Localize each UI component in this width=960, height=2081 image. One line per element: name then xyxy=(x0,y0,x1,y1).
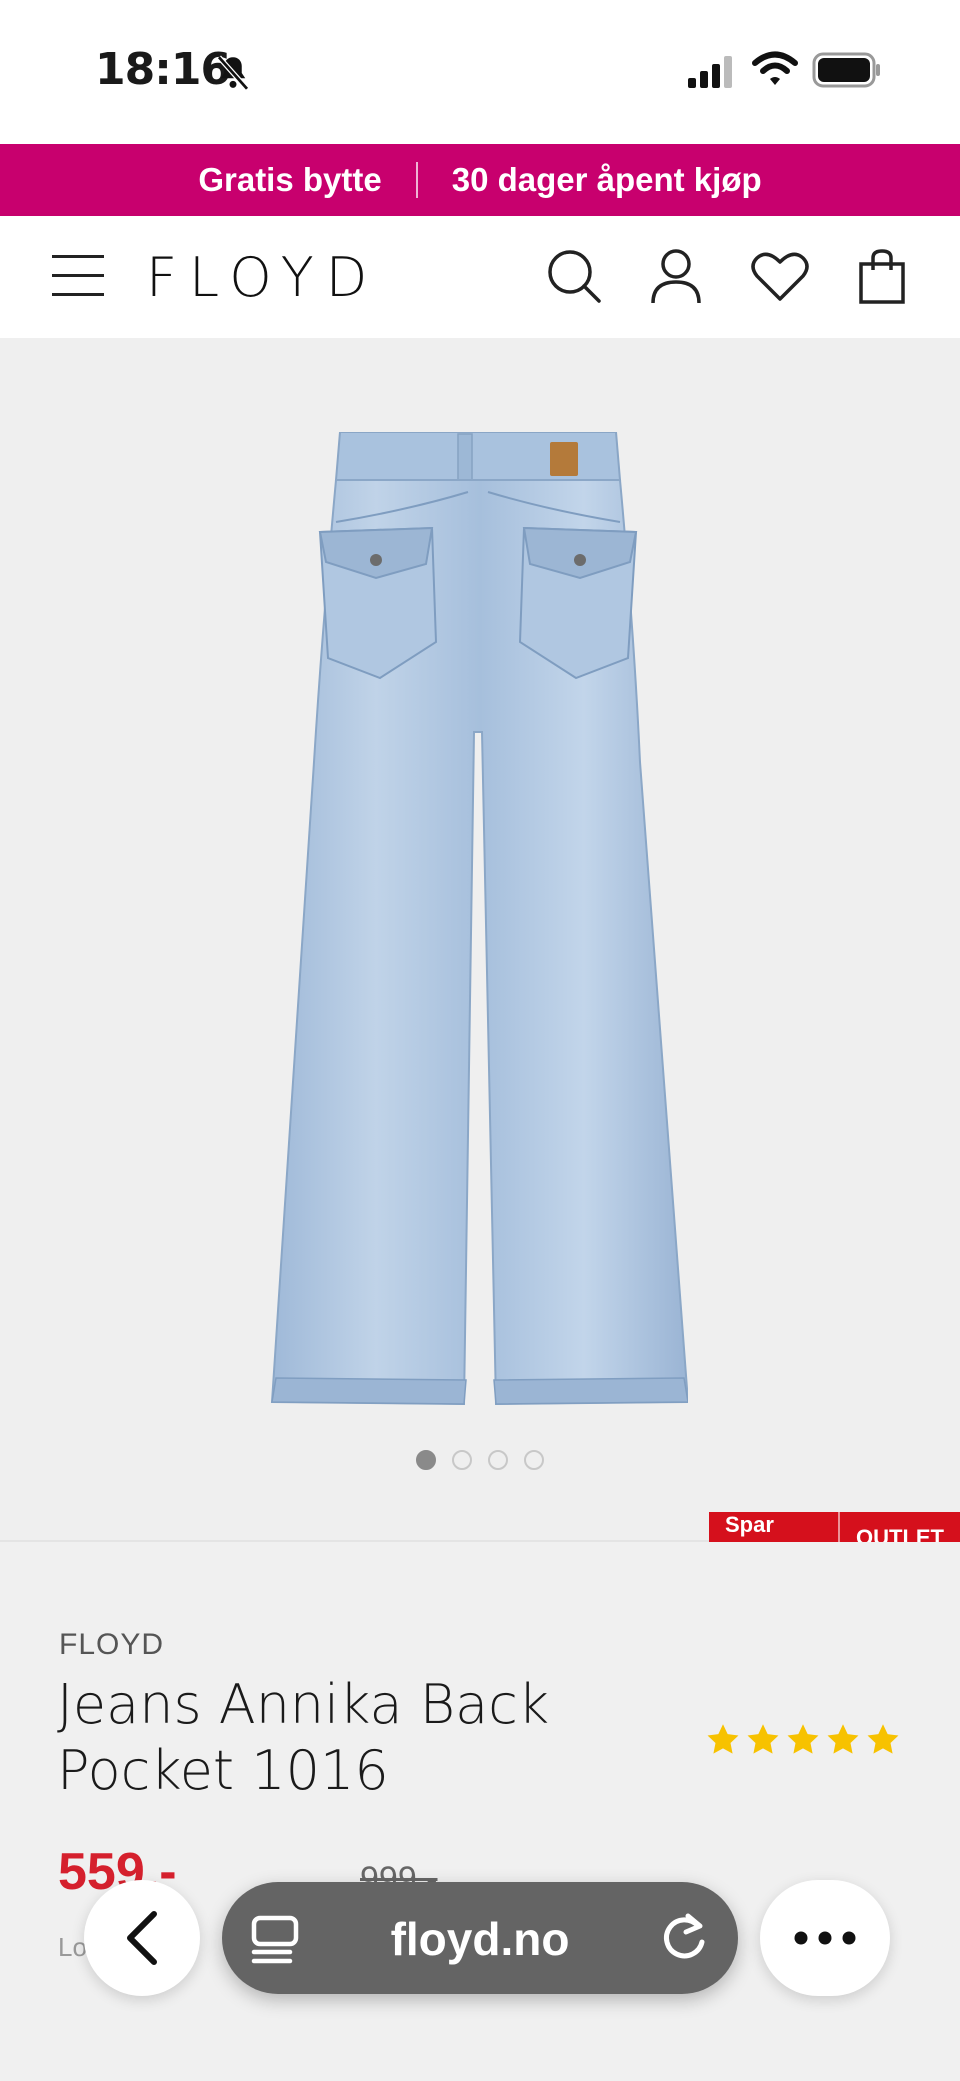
battery-icon xyxy=(812,52,880,88)
browser-toolbar: floyd.no xyxy=(0,1870,960,2010)
promo-free-exchange: Gratis bytte xyxy=(198,161,382,198)
promo-bar[interactable]: Gratis bytte 30 dager åpent kjøp xyxy=(0,144,960,216)
floyd-logo[interactable]: FLOYD xyxy=(146,248,446,304)
status-bar: 18:16 xyxy=(0,0,960,144)
wishlist-button[interactable] xyxy=(750,246,810,306)
signal-icon xyxy=(688,56,732,88)
star-icon xyxy=(787,1724,819,1754)
hamburger-icon xyxy=(52,255,104,296)
account-button[interactable] xyxy=(646,246,706,306)
more-options-button[interactable] xyxy=(760,1880,890,1996)
heart-icon xyxy=(751,252,809,301)
gallery-dot[interactable] xyxy=(488,1450,508,1470)
promo-divider xyxy=(415,162,418,198)
chevron-left-icon xyxy=(127,1911,157,1965)
ellipsis-icon xyxy=(794,1931,856,1945)
svg-text:FLOYD: FLOYD xyxy=(146,248,379,304)
back-button[interactable] xyxy=(84,1880,200,1996)
gallery-dot[interactable] xyxy=(524,1450,544,1470)
address-bar[interactable]: floyd.no xyxy=(222,1882,738,1994)
menu-button[interactable] xyxy=(48,246,108,306)
reload-icon[interactable] xyxy=(658,1912,710,1964)
bell-slash-icon xyxy=(217,55,249,91)
cart-button[interactable] xyxy=(852,246,912,306)
product-title: Jeans Annika Back Pocket 1016 xyxy=(57,1673,550,1802)
user-icon xyxy=(651,249,701,304)
search-icon xyxy=(548,250,601,303)
gallery-dot[interactable] xyxy=(416,1450,436,1470)
status-time: 18:16 xyxy=(95,44,231,95)
rating-stars[interactable] xyxy=(705,1722,901,1758)
star-icon xyxy=(747,1724,779,1754)
product-gallery[interactable] xyxy=(0,338,960,1540)
site-header: FLOYD xyxy=(0,216,960,338)
wifi-icon xyxy=(752,51,798,85)
product-brand[interactable]: FLOYD xyxy=(59,1628,164,1662)
gallery-dot[interactable] xyxy=(452,1450,472,1470)
product-image[interactable] xyxy=(268,432,688,1432)
promo-open-purchase: 30 dager åpent kjøp xyxy=(451,161,762,198)
shopping-bag-icon xyxy=(859,249,905,304)
search-button[interactable] xyxy=(544,246,604,306)
star-icon xyxy=(827,1724,859,1754)
gallery-pagination xyxy=(0,1450,960,1470)
star-icon xyxy=(707,1724,739,1754)
star-icon xyxy=(867,1724,899,1754)
